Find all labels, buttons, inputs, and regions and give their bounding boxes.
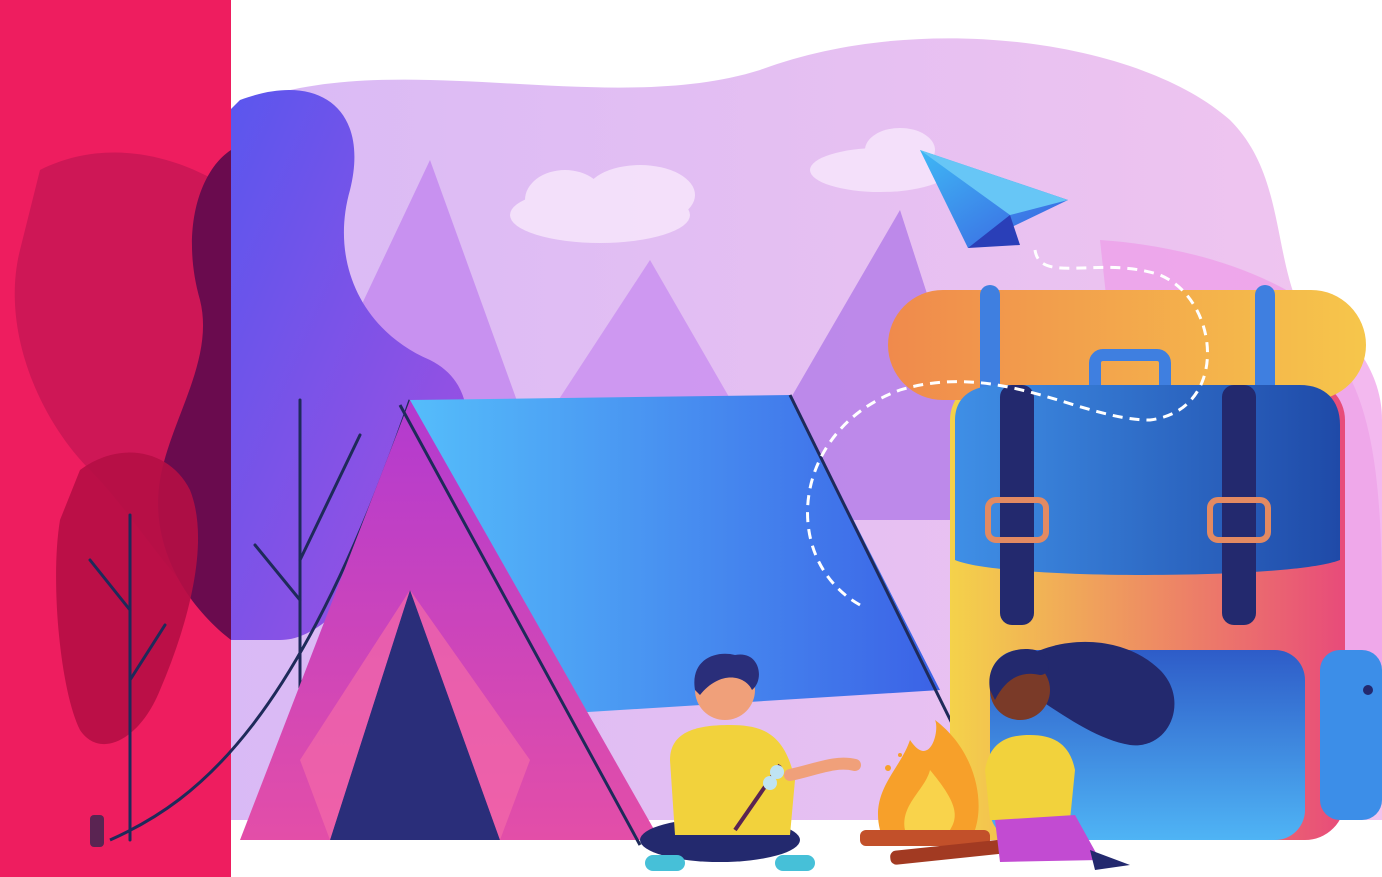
camping-illustration bbox=[0, 0, 1382, 877]
stake-icon bbox=[90, 815, 104, 847]
